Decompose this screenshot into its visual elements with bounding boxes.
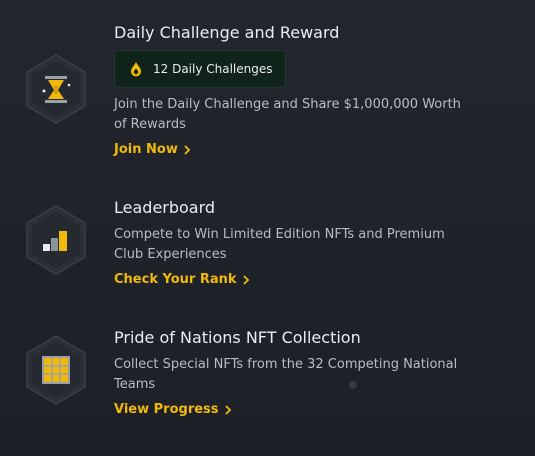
drop-icon <box>131 62 141 77</box>
chevron-right-icon <box>242 275 249 285</box>
badge-label: 12 Daily Challenges <box>153 62 273 76</box>
link-label: Check Your Rank <box>114 272 237 287</box>
view-progress-link[interactable]: View Progress <box>114 401 231 419</box>
challenge-reward-panel: Daily Challenge and Reward 12 Daily Chal… <box>0 0 535 456</box>
bar-chart-icon <box>24 204 88 276</box>
leaderboard-content: Leaderboard Compete to Win Limited Editi… <box>114 198 517 289</box>
chevron-right-icon <box>184 145 190 155</box>
grid-icon <box>24 334 88 406</box>
daily-challenges-badge[interactable]: 12 Daily Challenges <box>114 50 286 88</box>
chevron-right-icon <box>224 405 231 415</box>
section-description: Compete to Win Limited Edition NFTs and … <box>114 227 445 262</box>
link-label: Join Now <box>114 142 178 157</box>
section-title: Leaderboard <box>114 198 216 217</box>
check-your-rank-link[interactable]: Check Your Rank <box>114 271 249 289</box>
link-label: View Progress <box>114 402 219 417</box>
section-title: Daily Challenge and Reward <box>114 23 340 42</box>
section-description: Collect Special NFTs from the 32 Competi… <box>114 357 458 392</box>
section-description: Join the Daily Challenge and Share $1,00… <box>114 97 461 132</box>
nft-collection-content: Pride of Nations NFT Collection Collect … <box>114 328 517 419</box>
decorative-dot <box>349 381 357 389</box>
hourglass-icon <box>24 53 88 125</box>
join-now-link[interactable]: Join Now <box>114 141 190 159</box>
daily-challenge-content: Daily Challenge and Reward 12 Daily Chal… <box>114 23 517 159</box>
section-title: Pride of Nations NFT Collection <box>114 328 361 347</box>
